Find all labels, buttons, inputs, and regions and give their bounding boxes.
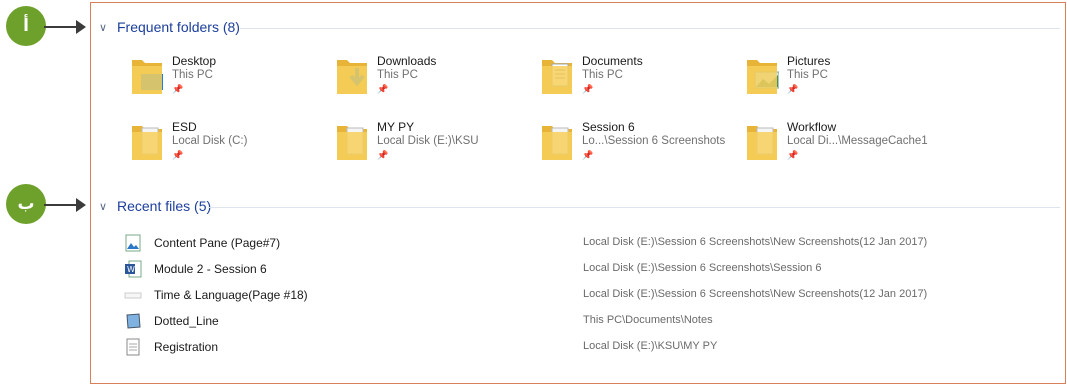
- pin-icon[interactable]: 📌: [582, 150, 593, 161]
- pin-icon[interactable]: 📌: [787, 150, 798, 161]
- chevron-down-icon[interactable]: ∨: [99, 200, 113, 213]
- folder-icon: [335, 120, 369, 162]
- folder-tile[interactable]: MY PY Local Disk (E:)\KSU 📌: [335, 120, 530, 170]
- folder-location: This PC: [172, 69, 213, 81]
- recent-file-row[interactable]: Content Pane (Page#7) Local Disk (E:)\Ses…: [124, 232, 1054, 254]
- folder-icon: [540, 120, 574, 162]
- pin-icon[interactable]: 📌: [172, 84, 183, 95]
- folder-name: Downloads: [377, 54, 437, 68]
- folder-location: Local Disk (E:)\KSU: [377, 135, 479, 147]
- file-name: Time & Language(Page #18): [154, 288, 308, 302]
- recent-file-row[interactable]: Registration Local Disk (E:)\KSU\MY PY: [124, 336, 1054, 358]
- divider: [240, 28, 1060, 29]
- word-file-icon: W: [124, 260, 142, 278]
- annotation-marker-b: ب: [6, 184, 46, 224]
- folder-name: Workflow: [787, 120, 837, 134]
- recent-file-row[interactable]: Dotted_Line This PC\Documents\Notes: [124, 310, 1054, 332]
- pin-icon[interactable]: 📌: [377, 84, 388, 95]
- pin-icon[interactable]: 📌: [582, 84, 593, 95]
- folder-tile[interactable]: Desktop This PC 📌: [130, 54, 325, 104]
- folder-location: This PC: [787, 69, 828, 81]
- folder-location: This PC: [377, 69, 418, 81]
- frequent-folders-header[interactable]: ∨ Frequent folders (8): [99, 19, 240, 35]
- pin-icon[interactable]: 📌: [377, 150, 388, 161]
- file-path: Local Disk (E:)\Session 6 Screenshots\Ne…: [583, 288, 928, 300]
- recent-files-header[interactable]: ∨ Recent files (5): [99, 198, 211, 214]
- folder-tile[interactable]: Workflow Local Di...\MessageCache1 📌: [745, 120, 940, 170]
- pin-icon[interactable]: 📌: [172, 150, 183, 161]
- notes-file-icon: [124, 312, 142, 330]
- divider: [208, 207, 1060, 208]
- folder-location: This PC: [582, 69, 623, 81]
- folder-location: Local Di...\MessageCache1: [787, 135, 928, 147]
- file-path: Local Disk (E:)\KSU\MY PY: [583, 340, 718, 352]
- file-name: Registration: [154, 340, 219, 354]
- svg-text:W: W: [127, 265, 135, 274]
- recent-files-title: Recent files (5): [117, 198, 212, 214]
- folder-name: Desktop: [172, 54, 217, 68]
- folder-name: MY PY: [377, 120, 415, 134]
- folder-tile[interactable]: Documents This PC 📌: [540, 54, 735, 104]
- frequent-folders-title: Frequent folders (8): [117, 19, 240, 35]
- recent-file-row[interactable]: W Module 2 - Session 6 Local Disk (E:)\Ses…: [124, 258, 1054, 280]
- file-path: Local Disk (E:)\Session 6 Screenshots\Ne…: [583, 236, 928, 248]
- folder-tile[interactable]: ESD Local Disk (C:) 📌: [130, 120, 325, 170]
- folder-icon: [745, 120, 779, 162]
- recent-file-row[interactable]: Time & Language(Page #18) Local Disk (E:)…: [124, 284, 1054, 306]
- image-file-icon: [124, 234, 142, 252]
- folder-name: Documents: [582, 54, 643, 68]
- annotation-marker-a: أ: [6, 6, 46, 46]
- desktop-folder-icon: [130, 54, 164, 96]
- folder-icon: [130, 120, 164, 162]
- documents-folder-icon: [540, 54, 574, 96]
- blank-file-icon: [124, 286, 142, 304]
- file-path: Local Disk (E:)\Session 6 Screenshots\Se…: [583, 262, 822, 274]
- folder-name: Session 6: [582, 120, 635, 134]
- chevron-down-icon[interactable]: ∨: [99, 21, 113, 34]
- file-name: Module 2 - Session 6: [154, 262, 267, 276]
- folder-location: Local Disk (C:): [172, 135, 248, 147]
- folder-name: ESD: [172, 120, 197, 134]
- annotation-arrow-b: [44, 198, 86, 212]
- folder-name: Pictures: [787, 54, 831, 68]
- file-name: Content Pane (Page#7): [154, 236, 281, 250]
- folder-location: Lo...\Session 6 Screenshots: [582, 135, 726, 147]
- folder-tile[interactable]: Downloads This PC 📌: [335, 54, 530, 104]
- file-path: This PC\Documents\Notes: [583, 314, 713, 326]
- text-file-icon: [124, 338, 142, 356]
- pin-icon[interactable]: 📌: [787, 84, 798, 95]
- file-name: Dotted_Line: [154, 314, 219, 328]
- annotation-arrow-a: [44, 20, 86, 34]
- folder-tile[interactable]: Session 6 Lo...\Session 6 Screenshots 📌: [540, 120, 735, 170]
- pictures-folder-icon: [745, 54, 780, 96]
- downloads-folder-icon: [335, 54, 369, 96]
- folder-tile[interactable]: Pictures This PC 📌: [745, 54, 940, 104]
